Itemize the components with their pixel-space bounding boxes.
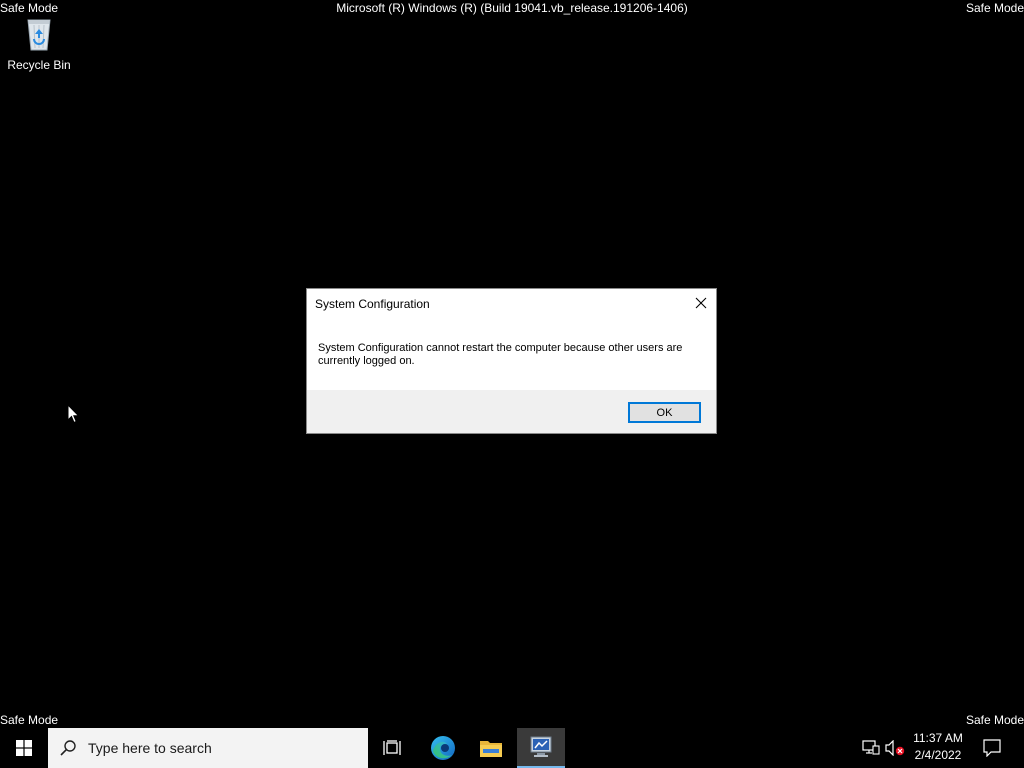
start-button[interactable] — [0, 728, 48, 768]
taskbar-search-box[interactable]: Type here to search — [48, 728, 368, 768]
recycle-bin-icon — [19, 12, 59, 52]
safe-mode-label-top-right: Safe Mode — [965, 1, 1024, 15]
notification-icon — [983, 739, 1001, 757]
network-tray-button[interactable] — [860, 728, 882, 768]
dialog-title: System Configuration — [315, 297, 430, 311]
system-configuration-taskbar-button[interactable] — [517, 728, 565, 768]
task-view-icon — [383, 740, 401, 755]
safe-mode-label-bottom-right: Safe Mode — [965, 713, 1024, 727]
edge-icon — [431, 736, 455, 760]
windows-start-icon — [16, 740, 32, 756]
search-placeholder: Type here to search — [88, 740, 212, 756]
dialog-message: System Configuration cannot restart the … — [318, 342, 683, 367]
taskbar: Type here to search 11:37 AM 2/4/2022 — [0, 728, 1024, 768]
file-explorer-taskbar-button[interactable] — [468, 728, 514, 768]
dialog-footer: OK — [307, 390, 716, 433]
volume-muted-icon — [885, 740, 905, 756]
windows-build-label: Microsoft (R) Windows (R) (Build 19041.v… — [336, 1, 688, 15]
clock-date: 2/4/2022 — [914, 748, 962, 762]
taskbar-clock[interactable]: 11:37 AM 2/4/2022 — [908, 730, 968, 766]
dialog-close-button[interactable] — [686, 289, 716, 317]
volume-tray-button[interactable] — [884, 728, 906, 768]
ok-button[interactable]: OK — [628, 402, 701, 423]
safe-mode-label-bottom-left: Safe Mode — [0, 713, 59, 727]
edge-taskbar-button[interactable] — [420, 728, 466, 768]
dialog-titlebar[interactable]: System Configuration — [307, 289, 716, 319]
task-view-button[interactable] — [368, 728, 416, 768]
action-center-button[interactable] — [974, 728, 1010, 768]
close-icon — [695, 297, 707, 309]
clock-time: 11:37 AM — [913, 731, 963, 745]
desktop-icon-recycle-bin[interactable]: Recycle Bin — [4, 12, 74, 76]
mouse-cursor-icon — [67, 403, 81, 424]
desktop-icon-label: Recycle Bin — [7, 58, 71, 72]
search-icon — [48, 728, 88, 768]
folder-icon — [480, 741, 502, 757]
network-icon — [862, 740, 880, 755]
msconfig-icon — [530, 736, 552, 757]
system-configuration-dialog: System Configuration System Configuratio… — [306, 288, 717, 434]
